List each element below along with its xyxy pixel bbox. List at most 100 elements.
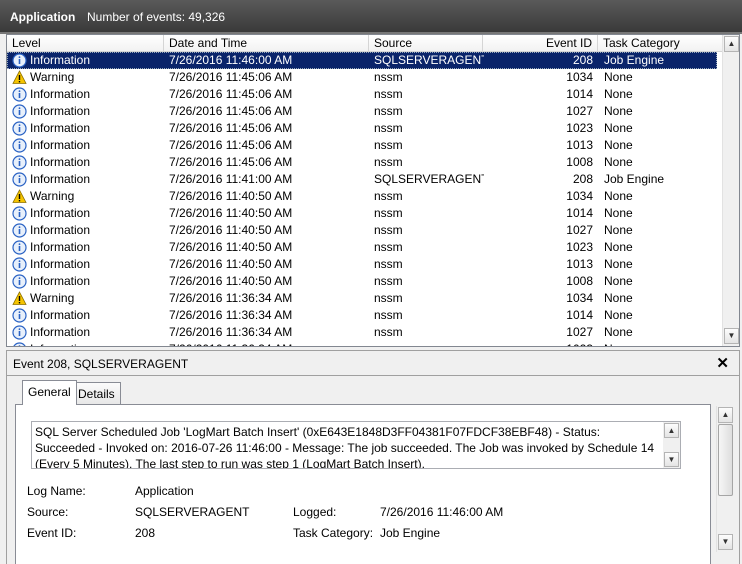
event-source: nssm (374, 70, 403, 84)
event-id: 1008 (566, 155, 593, 169)
message-scrollbar[interactable]: ▲ ▼ (663, 422, 680, 468)
event-list[interactable]: Level Date and Time Source Event ID Task… (6, 34, 740, 347)
event-datetime: 7/26/2016 11:45:06 AM (169, 155, 293, 169)
column-header-datetime[interactable]: Date and Time (164, 35, 369, 52)
event-id: 1014 (566, 87, 593, 101)
log-name-value: Application (135, 484, 194, 498)
event-row[interactable]: Warning 7/26/2016 11:45:06 AM nssm 1034 None (7, 69, 717, 86)
log-title: Application (10, 10, 76, 24)
scroll-up-button[interactable]: ▲ (724, 36, 739, 52)
event-level: Information (30, 138, 91, 152)
event-task-category: None (604, 223, 633, 237)
event-row[interactable]: Information 7/26/2016 11:36:34 AM nssm1023… (7, 341, 717, 346)
event-row[interactable]: Warning 7/26/2016 11:40:50 AM nssm 1034 None (7, 188, 717, 205)
event-datetime: 7/26/2016 11:46:00 AM (169, 53, 293, 67)
event-level: Warning (30, 291, 75, 305)
event-source: nssm (374, 138, 403, 152)
event-datetime: 7/26/2016 11:41:00 AM (169, 172, 293, 186)
event-id-label: Event ID: (27, 526, 77, 540)
detail-scrollbar[interactable]: ▲ ▼ (716, 406, 733, 552)
event-detail-title: Event 208, SQLSERVERAGENT (13, 357, 189, 371)
event-row[interactable]: Information 7/26/2016 11:41:00 AM SQLSERVE… (7, 171, 717, 188)
event-datetime: 7/26/2016 11:36:34 AM (169, 341, 369, 346)
event-list-scrollbar[interactable]: ▲ ▼ (722, 35, 739, 346)
event-level: Information (30, 206, 91, 220)
event-row[interactable]: Information 7/26/2016 11:45:06 AM nssm 1023… (7, 120, 717, 137)
event-message-box[interactable]: SQL Server Scheduled Job 'LogMart Batch … (31, 421, 681, 469)
info-icon (12, 274, 27, 289)
detail-scroll-up-button[interactable]: ▲ (718, 407, 733, 423)
event-level: Information (30, 104, 91, 118)
event-level: Information (30, 53, 91, 67)
event-count: Number of events: 49,326 (87, 10, 226, 24)
info-icon (12, 138, 27, 153)
event-source: nssm (374, 257, 403, 271)
event-task-category: None (604, 341, 717, 346)
event-row[interactable]: Information 7/26/2016 11:46:00 AM SQLSERVE… (7, 52, 717, 69)
event-id-value: 208 (135, 526, 156, 540)
event-datetime: 7/26/2016 11:45:06 AM (169, 121, 293, 135)
event-level: Information (30, 257, 91, 271)
event-row[interactable]: Information 7/26/2016 11:40:50 AM nssm 1014… (7, 205, 717, 222)
event-source: nssm (374, 223, 403, 237)
event-id: 1023 (566, 121, 593, 135)
tab-general[interactable]: General (22, 380, 77, 405)
event-source: nssm (374, 291, 403, 305)
event-row[interactable]: Information 7/26/2016 11:40:50 AM nssm 1013… (7, 256, 717, 273)
event-id: 1023 (483, 341, 593, 346)
event-id: 208 (572, 172, 593, 186)
column-header-level[interactable]: Level (7, 35, 164, 52)
event-level: Information (30, 223, 91, 237)
event-level: Warning (30, 70, 75, 84)
warning-icon (12, 189, 27, 204)
event-source: nssm (374, 104, 403, 118)
event-task-category: None (604, 189, 633, 203)
event-task-category: None (604, 274, 633, 288)
event-row[interactable]: Warning 7/26/2016 11:36:34 AM nssm 1034 None (7, 290, 717, 307)
event-task-category: None (604, 155, 633, 169)
event-task-category: None (604, 104, 633, 118)
event-row[interactable]: Information 7/26/2016 11:40:50 AM nssm 1023… (7, 239, 717, 256)
column-header-source[interactable]: Source (369, 35, 483, 52)
event-id: 1023 (566, 240, 593, 254)
info-icon (12, 240, 27, 255)
info-icon (12, 53, 27, 68)
event-datetime: 7/26/2016 11:40:50 AM (169, 206, 293, 220)
tab-general-body: SQL Server Scheduled Job 'LogMart Batch … (15, 404, 711, 564)
event-row[interactable]: Information 7/26/2016 11:40:50 AM nssm 1027… (7, 222, 717, 239)
event-row[interactable]: Information 7/26/2016 11:36:34 AM nssm 1027… (7, 324, 717, 341)
event-source: nssm (374, 325, 403, 339)
close-icon[interactable]: ✕ (716, 354, 729, 372)
event-source: nssm (374, 274, 403, 288)
event-id: 1014 (566, 206, 593, 220)
event-task-category: None (604, 291, 633, 305)
event-task-category: None (604, 87, 633, 101)
event-id: 1034 (566, 70, 593, 84)
detail-scroll-thumb[interactable] (718, 424, 733, 496)
info-icon (12, 257, 27, 272)
logged-label: Logged: (293, 505, 337, 519)
event-row[interactable]: Information 7/26/2016 11:45:06 AM nssm 1014… (7, 86, 717, 103)
event-source: nssm (374, 206, 403, 220)
event-task-category: None (604, 257, 633, 271)
event-row[interactable]: Information 7/26/2016 11:45:06 AM nssm 1013… (7, 137, 717, 154)
event-level: Information (30, 155, 91, 169)
column-header-row: Level Date and Time Source Event ID Task… (7, 35, 723, 52)
event-datetime: 7/26/2016 11:40:50 AM (169, 274, 293, 288)
event-rows: Information 7/26/2016 11:46:00 AM SQLSERVE… (7, 52, 717, 346)
event-row[interactable]: Information 7/26/2016 11:45:06 AM nssm 1027… (7, 103, 717, 120)
event-row[interactable]: Information 7/26/2016 11:36:34 AM nssm 1014… (7, 307, 717, 324)
message-scroll-up-button[interactable]: ▲ (664, 423, 679, 438)
tab-details[interactable]: Details (72, 382, 121, 404)
column-header-event-id[interactable]: Event ID (483, 35, 598, 52)
event-id: 1013 (566, 138, 593, 152)
column-header-task-category[interactable]: Task Category (598, 35, 723, 52)
event-row[interactable]: Information 7/26/2016 11:40:50 AM nssm 1008… (7, 273, 717, 290)
scroll-down-button[interactable]: ▼ (724, 328, 739, 344)
event-row[interactable]: Information 7/26/2016 11:45:06 AM nssm 1008… (7, 154, 717, 171)
event-task-category: Job Engine (604, 172, 665, 186)
detail-scroll-down-button[interactable]: ▼ (718, 534, 733, 550)
message-scroll-down-button[interactable]: ▼ (664, 452, 679, 467)
event-datetime: 7/26/2016 11:40:50 AM (169, 240, 293, 254)
event-id: 1013 (566, 257, 593, 271)
